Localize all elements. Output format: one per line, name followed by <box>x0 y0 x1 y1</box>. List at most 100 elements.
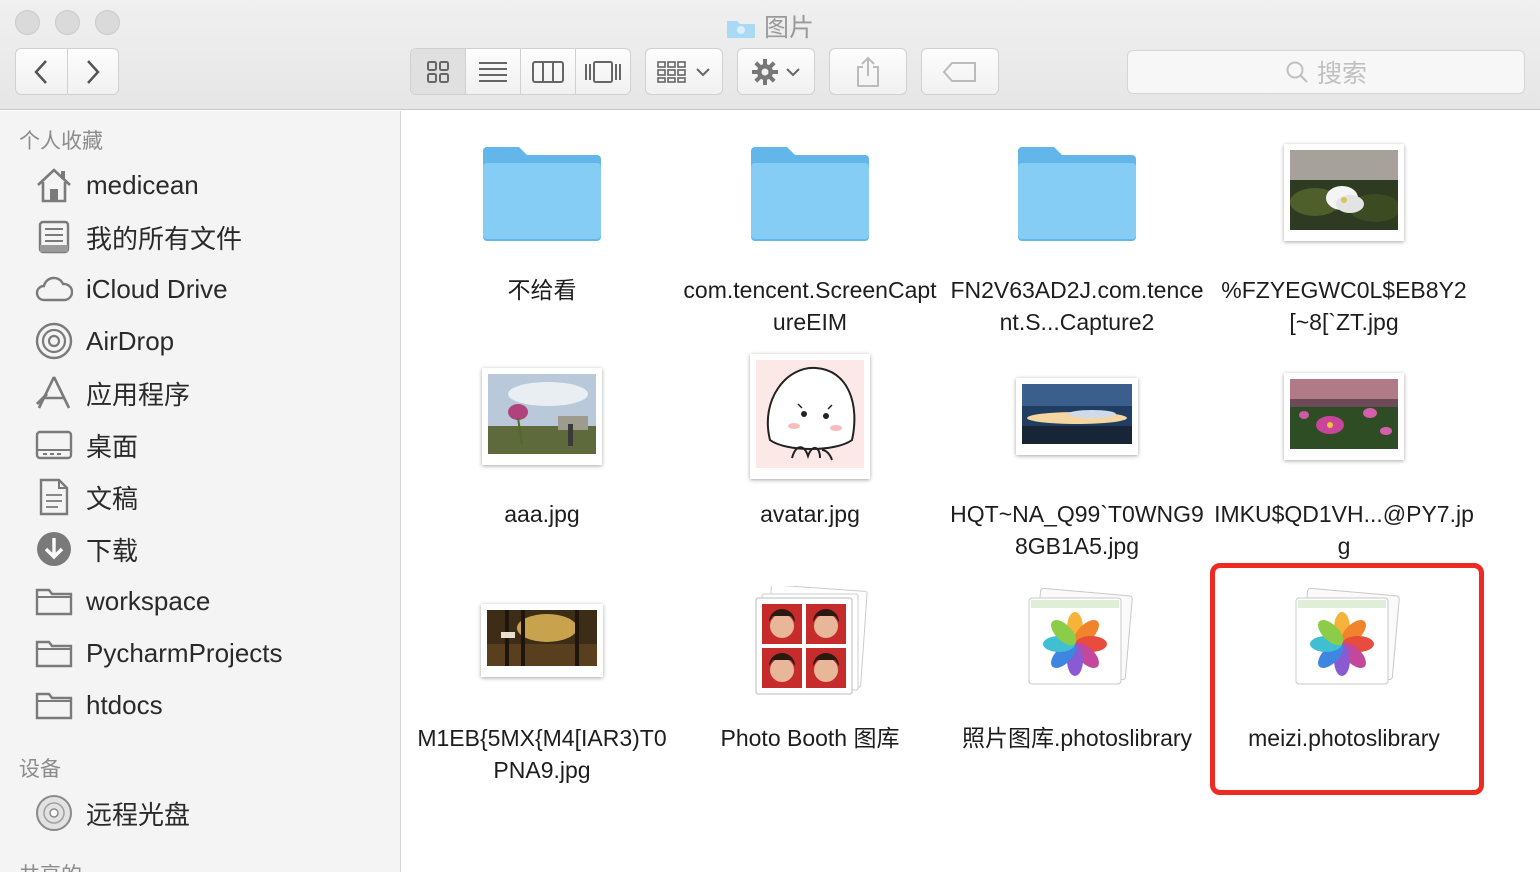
sidebar-item-documents[interactable]: 文稿 <box>34 475 138 519</box>
file-item-library[interactable]: Photo Booth 图库 <box>676 563 944 754</box>
sidebar-item-label: AirDrop <box>86 325 175 356</box>
sidebar-section-favorites: 个人收藏 <box>19 130 103 153</box>
folder-icon <box>34 685 74 725</box>
file-name: IMKU$QD1VH...@PY7.jpg <box>1214 501 1474 559</box>
navigation-buttons <box>15 48 119 95</box>
sidebar-item-label: 应用程序 <box>86 379 191 410</box>
documents-icon <box>34 477 74 517</box>
sidebar-item-icloud-drive[interactable]: iCloud Drive <box>34 267 228 311</box>
sidebar-item-label: iCloud Drive <box>86 273 228 304</box>
file-name: com.tencent.ScreenCaptureEIM <box>683 277 937 335</box>
file-name: 照片图库.photoslibrary <box>961 725 1193 751</box>
coverflow-icon <box>585 60 621 83</box>
share-button[interactable] <box>829 48 907 95</box>
sidebar-item-airdrop[interactable]: AirDrop <box>34 319 174 363</box>
window-toolbar: 图片 搜索 <box>0 0 1540 110</box>
image-thumbnail <box>1210 339 1478 494</box>
folder-icon <box>676 115 944 270</box>
arrange-button[interactable] <box>645 48 723 95</box>
chevron-right-icon <box>86 59 100 84</box>
coverflow-view-button[interactable] <box>576 49 630 94</box>
folder-icon <box>408 115 676 270</box>
action-menu-button[interactable] <box>737 48 815 95</box>
file-name: M1EB{5MX{M4[IAR3)T0PNA9.jpg <box>417 725 667 783</box>
file-item-image[interactable]: avatar.jpg <box>676 339 944 530</box>
desktop-icon <box>34 425 74 465</box>
window-title: 图片 <box>0 8 1540 44</box>
file-item-folder[interactable]: com.tencent.ScreenCaptureEIM <box>676 115 944 338</box>
airdrop-icon <box>34 321 74 361</box>
sidebar-item-label: medicean <box>86 169 199 200</box>
chevron-left-icon <box>34 59 48 84</box>
sidebar-item-label: 下载 <box>86 535 139 566</box>
file-item-image[interactable]: HQT~NA_Q99`T0WNG98GB1A5.jpg <box>943 339 1211 562</box>
image-thumbnail <box>408 563 676 718</box>
tag-icon <box>942 61 976 82</box>
chevron-down-icon <box>786 67 800 76</box>
arrange-grid-icon <box>657 60 686 83</box>
photos-library-icon <box>943 563 1211 718</box>
all-files-icon <box>34 217 74 257</box>
file-name: FN2V63AD2J.com.tencent.S...Capture2 <box>950 277 1204 335</box>
file-icon-grid: 不给看 com.tencent.ScreenCaptureEIM FN2V63A… <box>402 111 1540 872</box>
sidebar-item-downloads[interactable]: 下载 <box>34 527 138 571</box>
sidebar-item-desktop[interactable]: 桌面 <box>34 423 138 467</box>
back-button[interactable] <box>16 49 68 94</box>
image-thumbnail <box>943 339 1211 494</box>
file-item-image[interactable]: IMKU$QD1VH...@PY7.jpg <box>1210 339 1478 562</box>
sidebar-item-applications[interactable]: 应用程序 <box>34 371 190 415</box>
file-item-folder[interactable]: FN2V63AD2J.com.tencent.S...Capture2 <box>943 115 1211 338</box>
file-item-image[interactable]: aaa.jpg <box>408 339 676 530</box>
forward-button[interactable] <box>68 49 119 94</box>
icon-view-button[interactable] <box>411 49 466 94</box>
sidebar-item-htdocs[interactable]: htdocs <box>34 683 163 727</box>
sidebar-item-pycharmprojects[interactable]: PycharmProjects <box>34 631 283 675</box>
columns-icon <box>532 60 564 83</box>
share-icon <box>857 56 879 87</box>
image-thumbnail <box>676 339 944 494</box>
sidebar-item-label: 文稿 <box>86 483 139 514</box>
sidebar-item-label: htdocs <box>86 689 163 720</box>
image-thumbnail <box>1210 115 1478 270</box>
list-view-button[interactable] <box>466 49 521 94</box>
applications-icon <box>34 373 74 413</box>
sidebar-item-label: 桌面 <box>86 431 139 462</box>
search-field[interactable]: 搜索 <box>1127 50 1525 94</box>
window-title-text: 图片 <box>763 14 814 42</box>
file-item-folder[interactable]: 不给看 <box>408 115 676 306</box>
file-item-library[interactable]: 照片图库.photoslibrary <box>943 563 1211 754</box>
sidebar-section-shared: 共享的 <box>19 859 82 872</box>
folder-icon <box>726 17 756 39</box>
file-item-image[interactable]: M1EB{5MX{M4[IAR3)T0PNA9.jpg <box>408 563 676 786</box>
view-mode-switcher <box>410 48 631 95</box>
image-thumbnail <box>408 339 676 494</box>
sidebar-item-label: 远程光盘 <box>86 799 191 830</box>
file-item-image[interactable]: %FZYEGWC0L$EB8Y2[~8[`ZT.jpg <box>1210 115 1478 338</box>
sidebar-item-label: workspace <box>86 585 211 616</box>
file-name: 不给看 <box>507 277 577 303</box>
folder-icon <box>943 115 1211 270</box>
file-name: %FZYEGWC0L$EB8Y2[~8[`ZT.jpg <box>1221 277 1467 335</box>
cloud-icon <box>34 269 74 309</box>
downloads-icon <box>34 529 74 569</box>
folder-icon <box>34 633 74 673</box>
gear-icon <box>752 58 778 85</box>
column-view-button[interactable] <box>521 49 576 94</box>
file-name: aaa.jpg <box>504 501 580 527</box>
sidebar-section-devices: 设备 <box>19 758 61 781</box>
grid-icon <box>427 60 449 83</box>
sidebar-item-medicean[interactable]: medicean <box>34 163 199 207</box>
chevron-down-icon <box>696 67 710 76</box>
file-name: avatar.jpg <box>760 501 860 527</box>
sidebar-item-remote-disc[interactable]: 远程光盘 <box>34 791 190 835</box>
sidebar-item-all-my-files[interactable]: 我的所有文件 <box>34 215 242 259</box>
sidebar: 个人收藏 medicean 我的所有文件 iCloud Drive AirDro… <box>0 111 401 872</box>
sidebar-item-workspace[interactable]: workspace <box>34 579 210 623</box>
tags-button[interactable] <box>921 48 999 95</box>
sidebar-item-label: PycharmProjects <box>86 637 283 668</box>
folder-icon <box>34 581 74 621</box>
search-placeholder: 搜索 <box>1316 60 1367 88</box>
photo-booth-library-icon <box>676 563 944 718</box>
disc-icon <box>34 793 74 833</box>
home-icon <box>34 165 74 205</box>
